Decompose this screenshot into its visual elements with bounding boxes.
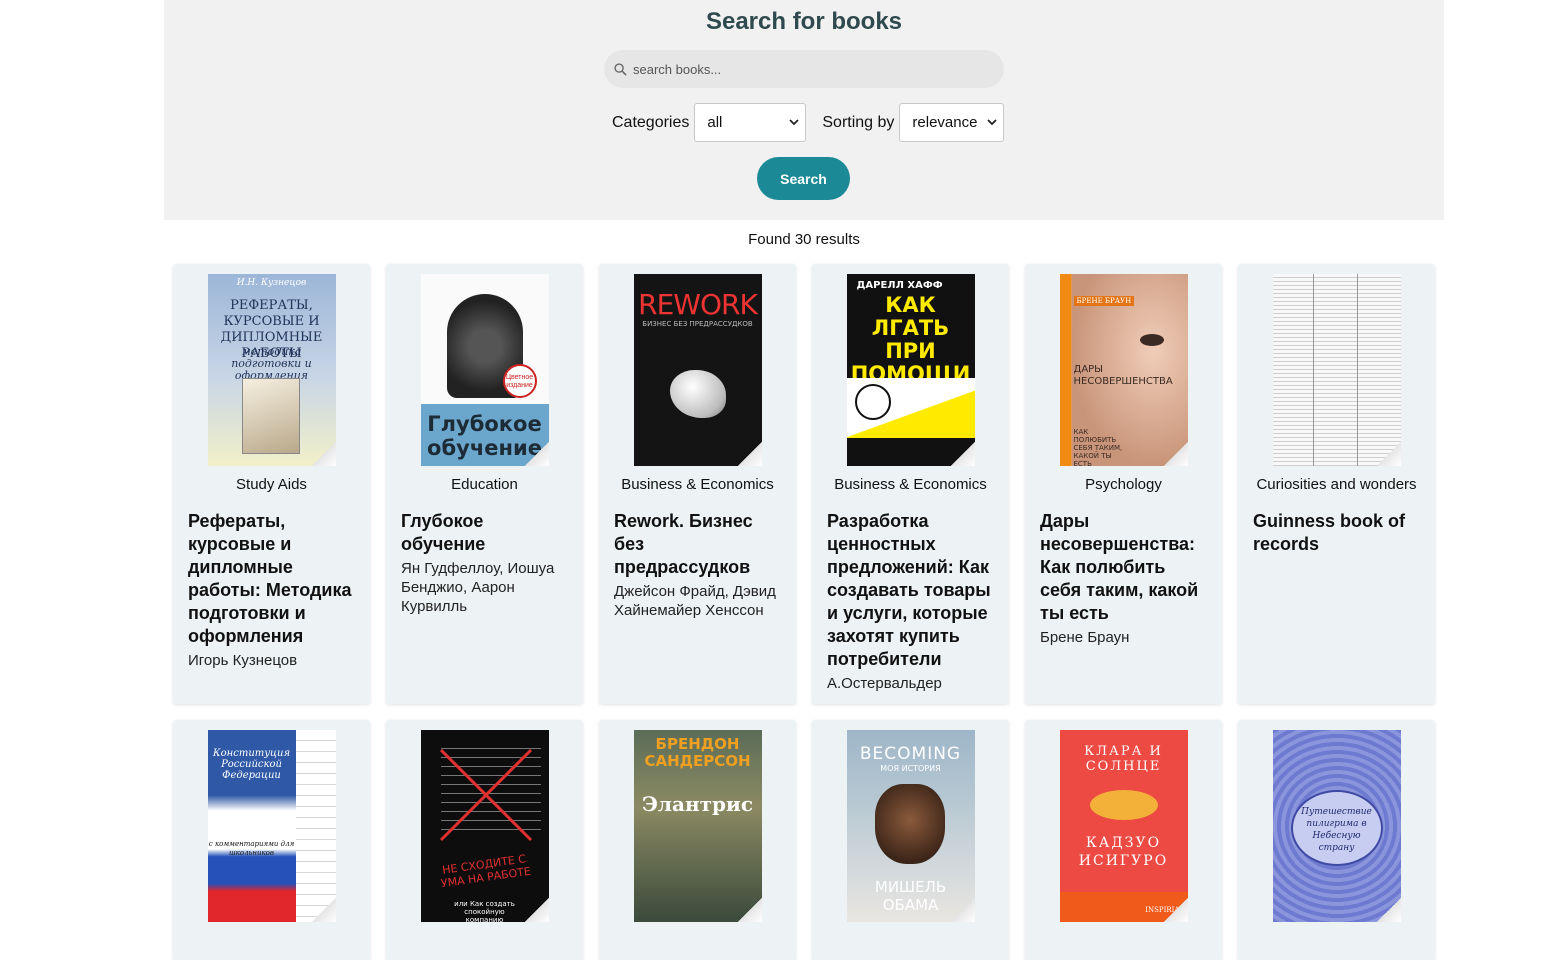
book-card[interactable]: Curiosities and wonders Guinness book of…	[1238, 264, 1435, 704]
categories-select[interactable]: all	[694, 103, 807, 142]
book-cover[interactable]: Цветное издание Глубокое обучение	[420, 274, 549, 466]
book-cover[interactable]: Конституция Российской Федерации с комме…	[207, 730, 336, 922]
book-cover[interactable]	[1272, 274, 1401, 466]
results-count: Found 30 results	[748, 231, 860, 248]
book-card[interactable]: Цветное издание Глубокое обучение Educat…	[386, 264, 583, 704]
sorting-value: relevance	[912, 114, 978, 131]
book-grid: И.Н. Кузнецов РЕФЕРАТЫ, КУРСОВЫЕ И ДИПЛО…	[173, 264, 1435, 704]
categories-label: Categories	[612, 113, 690, 131]
search-input[interactable]	[633, 61, 993, 77]
book-card[interactable]: И.Н. Кузнецов РЕФЕРАТЫ, КУРСОВЫЕ И ДИПЛО…	[173, 264, 370, 704]
book-grid-row-2: Конституция Российской Федерации с комме…	[173, 720, 1435, 960]
book-category: Business & Economics	[834, 476, 987, 493]
book-category: Curiosities and wonders	[1256, 476, 1417, 493]
book-card[interactable]: БРЕНДОН САНДЕРСОН Элантрис	[599, 720, 796, 960]
book-title[interactable]: Рефераты, курсовые и дипломные работы: М…	[188, 510, 355, 648]
book-card[interactable]: ДАРЕЛЛ ХАФФ КАК ЛГАТЬ ПРИ ПОМОЩИ СТАТИСТ…	[812, 264, 1009, 704]
book-card[interactable]: НЕ СХОДИТЕ С УМА НА РАБОТЕ или Как созда…	[386, 720, 583, 960]
search-header: Search for books Categories all Sorting …	[164, 0, 1444, 220]
book-author: Джейсон Фрайд, Дэвид Хайнемайер Хенссон	[614, 583, 776, 619]
book-author: А.Остервальдер	[827, 675, 942, 692]
chevron-down-icon	[987, 119, 998, 126]
cross-icon	[439, 748, 532, 842]
book-cover[interactable]: БРЕНДОН САНДЕРСОН Элантрис	[633, 730, 762, 922]
book-author: Игорь Кузнецов	[188, 652, 298, 669]
book-card[interactable]: REWORK БИЗНЕС БЕЗ ПРЕДРАССУДКОВ Business…	[599, 264, 796, 704]
book-title[interactable]: Дары несовершенства: Как полюбить себя т…	[1040, 510, 1207, 625]
book-title[interactable]: Rework. Бизнес без предрассудков	[614, 510, 781, 579]
book-title[interactable]: Глубокое обучение	[401, 510, 568, 556]
book-author: Брене Браун	[1040, 629, 1130, 646]
book-cover[interactable]: БРЕНЕ БРАУН ДАРЫ НЕСОВЕРШЕНСТВА КАК ПОЛЮ…	[1059, 274, 1188, 466]
book-category: Psychology	[1085, 476, 1162, 493]
categories-value: all	[707, 114, 723, 131]
book-cover[interactable]: REWORK БИЗНЕС БЕЗ ПРЕДРАССУДКОВ	[633, 274, 762, 466]
book-card[interactable]: БРЕНЕ БРАУН ДАРЫ НЕСОВЕРШЕНСТВА КАК ПОЛЮ…	[1025, 264, 1222, 704]
book-card[interactable]: Путешествие пилигрима в Небесную страну	[1238, 720, 1435, 960]
book-cover[interactable]: КЛАРА И СОЛНЦЕ КАДЗУО ИСИГУРО INSPIRIA	[1059, 730, 1188, 922]
book-title[interactable]: Разработка ценностных предложений: Как с…	[827, 510, 994, 671]
book-card[interactable]: BECOMING МОЯ ИСТОРИЯ МИШЕЛЬ ОБАМА	[812, 720, 1009, 960]
filters-row: Categories all Sorting by relevance	[612, 103, 1005, 142]
book-title[interactable]: Guinness book of records	[1253, 510, 1420, 556]
book-author: Ян Гудфеллоу, Иошуа Бенджио, Аарон Курви…	[401, 560, 555, 615]
sorting-label: Sorting by	[822, 113, 895, 131]
search-button[interactable]: Search	[757, 157, 850, 200]
book-category: Study Aids	[236, 476, 307, 493]
book-cover[interactable]: И.Н. Кузнецов РЕФЕРАТЫ, КУРСОВЫЕ И ДИПЛО…	[207, 274, 336, 466]
book-card[interactable]: КЛАРА И СОЛНЦЕ КАДЗУО ИСИГУРО INSPIRIA	[1025, 720, 1222, 960]
page-title: Search for books	[705, 8, 903, 35]
book-category: Education	[451, 476, 518, 493]
book-card[interactable]: Конституция Российской Федерации с комме…	[173, 720, 370, 960]
book-cover[interactable]: BECOMING МОЯ ИСТОРИЯ МИШЕЛЬ ОБАМА	[846, 730, 975, 922]
book-cover[interactable]: НЕ СХОДИТЕ С УМА НА РАБОТЕ или Как созда…	[420, 730, 549, 922]
book-category: Business & Economics	[621, 476, 774, 493]
search-icon	[614, 62, 627, 76]
chevron-down-icon	[789, 119, 800, 126]
sorting-select[interactable]: relevance	[899, 103, 1005, 142]
book-cover[interactable]: ДАРЕЛЛ ХАФФ КАК ЛГАТЬ ПРИ ПОМОЩИ СТАТИСТ…	[846, 274, 975, 466]
search-field[interactable]	[604, 50, 1004, 88]
book-cover[interactable]: Путешествие пилигрима в Небесную страну	[1272, 730, 1401, 922]
